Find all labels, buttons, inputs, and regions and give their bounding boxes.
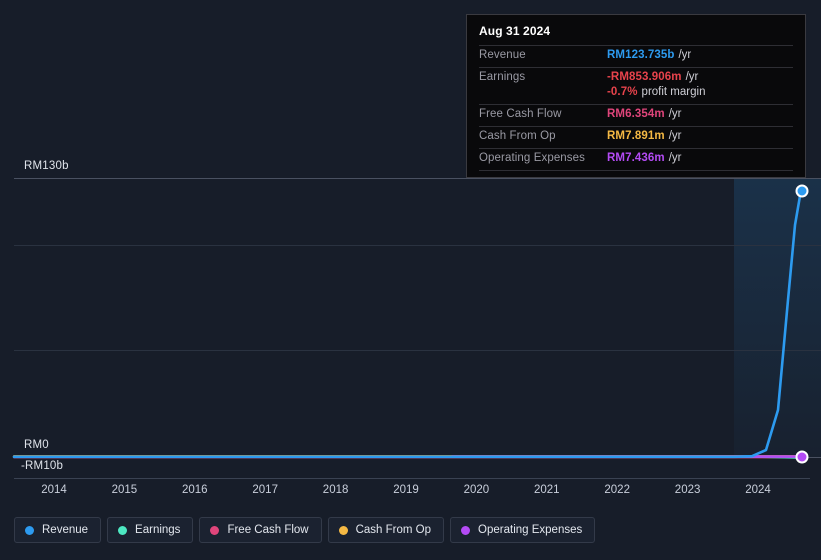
tooltip-row: -0.7% profit margin	[479, 86, 793, 104]
tooltip-row: Cash From Op RM7.891m/yr	[479, 126, 793, 148]
tooltip-row-value: RM7.891m/yr	[607, 130, 681, 142]
legend-item-cash-from-op[interactable]: Cash From Op	[327, 517, 445, 543]
legend-item-label: Free Cash Flow	[227, 524, 309, 536]
tooltip-row-unit: profit margin	[641, 86, 706, 98]
tooltip-row-amount: RM6.354m	[607, 108, 665, 120]
x-axis-tick-2023: 2023	[674, 484, 701, 496]
legend-item-earnings[interactable]: Earnings	[107, 517, 194, 543]
tooltip-row-amount: RM123.735b	[607, 49, 675, 61]
legend-item-label: Operating Expenses	[478, 524, 583, 536]
legend-item-label: Cash From Op	[355, 524, 432, 536]
tooltip-row-label: Free Cash Flow	[479, 108, 562, 120]
legend-color-dot-icon	[338, 525, 348, 535]
tooltip-row-value: RM6.354m/yr	[607, 108, 681, 120]
legend-item-label: Revenue	[42, 524, 89, 536]
tooltip-row-unit: /yr	[668, 152, 682, 164]
series-line-revenue	[12, 189, 804, 459]
legend-item-free-cash-flow[interactable]: Free Cash Flow	[199, 517, 322, 543]
legend-item-operating-expenses[interactable]: Operating Expenses	[450, 517, 596, 543]
tooltip-row-label: Cash From Op	[479, 130, 556, 142]
tooltip-date: Aug 31 2024	[479, 24, 551, 38]
legend-color-dot-icon	[118, 525, 128, 535]
financials-chart-widget: RM130b RM0 -RM10b 2014 2015 2016 2017 2018 20…	[0, 0, 821, 560]
x-axis-tick-2022: 2022	[604, 484, 630, 496]
tooltip-row: Free Cash Flow RM6.354m/yr	[479, 104, 793, 126]
y-axis-label-bottom: -RM10b	[21, 460, 64, 472]
x-axis-tick-2016: 2016	[182, 484, 208, 496]
legend-color-dot-icon	[461, 525, 471, 535]
legend-item-revenue[interactable]: Revenue	[14, 517, 102, 543]
tooltip-row-unit: /yr	[668, 130, 682, 142]
legend-color-dot-icon	[25, 525, 34, 535]
tooltip-footer-rule	[479, 170, 793, 171]
operating-expenses-end-marker	[795, 450, 809, 464]
tooltip-row-unit: /yr	[678, 49, 692, 61]
tooltip-row-value: -RM853.906m/yr	[607, 71, 698, 83]
revenue-end-marker	[795, 184, 809, 198]
legend-color-dot-icon	[210, 525, 220, 535]
x-axis-tick-2024: 2024	[745, 484, 771, 496]
x-axis-tick-2021: 2021	[534, 484, 560, 496]
tooltip-row: Revenue RM123.735b/yr	[479, 45, 793, 67]
tooltip-row-unit: /yr	[668, 108, 682, 120]
x-axis: 2014 2015 2016 2017 2018 2019 2020 2021 2022 2023…	[0, 484, 821, 500]
y-axis-label-zero: RM0	[24, 439, 49, 451]
chart-legend[interactable]: Revenue Earnings Free Cash Flow Cash From O…	[14, 517, 596, 543]
tooltip-row-label: Revenue	[479, 49, 526, 61]
y-axis-label-top: RM130b	[24, 160, 69, 172]
tooltip-row-value: -0.7% profit margin	[607, 86, 705, 98]
tooltip-row-amount: -RM853.906m	[607, 71, 682, 83]
tooltip-row-label: Earnings	[479, 71, 526, 83]
tooltip-row-unit: /yr	[685, 71, 699, 83]
tooltip-row-value: RM7.436m/yr	[607, 152, 681, 164]
x-axis-tick-2015: 2015	[111, 484, 138, 496]
tooltip-row-amount: -0.7%	[607, 86, 638, 98]
tooltip-row: Operating Expenses RM7.436m/yr	[479, 148, 793, 170]
x-axis-tick-2014: 2014	[41, 484, 67, 496]
x-axis-tick-2020: 2020	[463, 484, 490, 496]
chart-tooltip: Aug 31 2024 Revenue RM123.735b/yr Earnings…	[466, 14, 806, 178]
x-axis-tick-2017: 2017	[252, 484, 278, 496]
tooltip-rows: Revenue RM123.735b/yr Earnings -RM853.906m /…	[479, 45, 793, 170]
legend-item-label: Earnings	[135, 524, 181, 536]
x-axis-tick-2018: 2018	[322, 484, 349, 496]
x-axis-tick-2019: 2019	[393, 484, 419, 496]
tooltip-row-amount: RM7.891m	[607, 130, 665, 142]
tooltip-row-amount: RM7.436m	[607, 152, 665, 164]
tooltip-row-label: Operating Expenses	[479, 152, 586, 164]
tooltip-row-value: RM123.735b/yr	[607, 49, 691, 61]
